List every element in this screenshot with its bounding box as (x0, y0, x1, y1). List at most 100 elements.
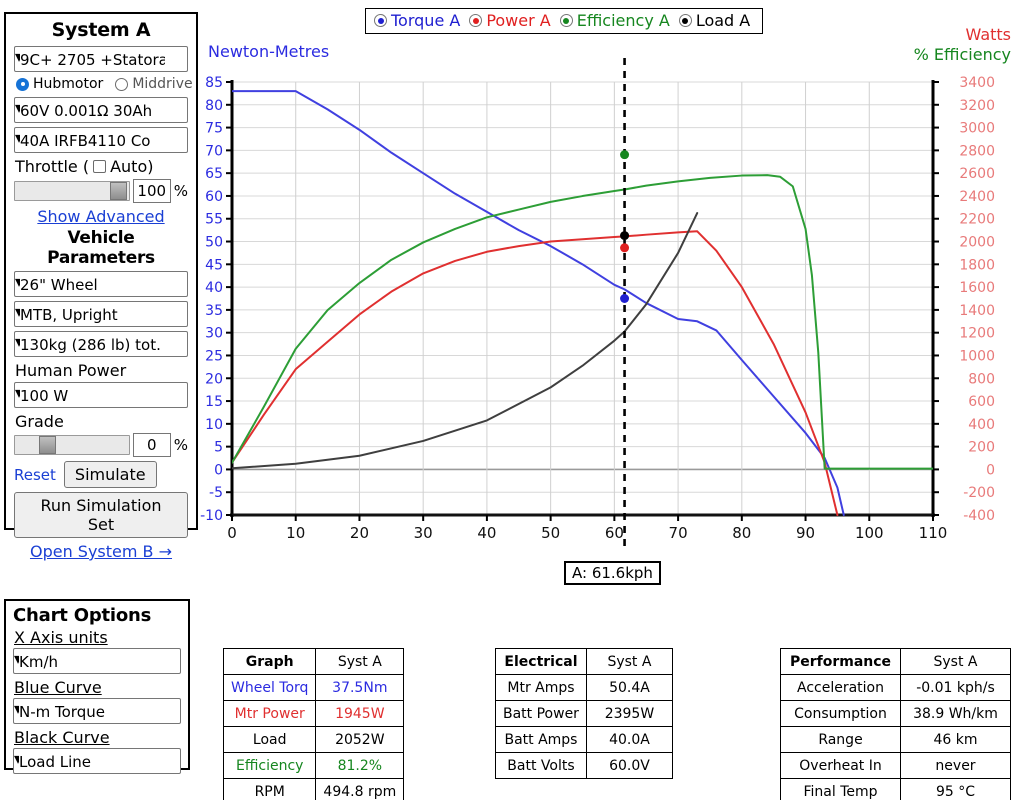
battery-select[interactable]: 60V 0.001Ω 30Ah ▾ (14, 97, 188, 123)
row-label: Final Temp (780, 778, 901, 800)
radio-hubmotor[interactable] (16, 77, 29, 91)
throttle-label-row: Throttle ( Auto) (15, 157, 188, 176)
table-header-value: Syst A (315, 648, 405, 675)
table-header-label: Performance (780, 648, 901, 675)
throttle-slider-thumb[interactable] (110, 182, 127, 200)
row-label: Mtr Power (222, 700, 317, 727)
row-value: 95 °C (900, 778, 1011, 800)
human-power-label: Human Power (15, 361, 127, 380)
run-simulation-set-button[interactable]: Run Simulation Set (14, 492, 188, 538)
y-tick-label-watts: 1400 (959, 303, 995, 319)
row-value: 60.0V (585, 752, 673, 779)
blue-curve-label[interactable]: Blue Curve (14, 678, 181, 697)
row-label: Batt Power (495, 700, 587, 727)
simulate-row: Reset Simulate (14, 461, 188, 488)
black-curve-select[interactable]: Load Line ▾ (13, 748, 181, 774)
x-axis-units-label[interactable]: X Axis units (14, 628, 181, 647)
motor-type-radio-group[interactable]: Hubmotor Middrive (16, 76, 193, 92)
y-tick-label-watts: 2800 (959, 143, 995, 159)
vehicle-parameters-heading: Vehicle Parameters (47, 228, 155, 268)
row-label: Range (780, 726, 901, 753)
throttle-auto-checkbox[interactable] (93, 160, 107, 173)
row-value: 2395W (585, 700, 673, 727)
graph-results-table: Graph Syst A Wheel Torq 37.5Nm Mtr Power 1945… (222, 648, 405, 800)
y-tick-label-watts: 1000 (959, 348, 995, 364)
throttle-value-input[interactable]: 100 (132, 179, 171, 203)
chevron-down-icon: ▾ (15, 128, 24, 147)
row-label: Mtr Amps (495, 674, 587, 701)
table-row: Load 2052W (222, 726, 405, 753)
open-system-b-link[interactable]: Open System B → (14, 542, 188, 561)
table-header-value: Syst A (585, 648, 673, 675)
y-tick-label-left: 60 (205, 189, 223, 205)
wheel-select-value: 26" Wheel (20, 275, 165, 295)
system-a-title: System A (51, 19, 151, 41)
row-label: Load (222, 726, 317, 753)
row-label: Acceleration (780, 674, 901, 701)
x-tick-label: 30 (414, 524, 433, 542)
human-power-select-value: 100 W (20, 386, 165, 406)
series-line-torque-a[interactable] (232, 90, 845, 516)
wheel-select[interactable]: 26" Wheel ▾ (14, 271, 188, 297)
y-tick-label-left: -10 (200, 508, 223, 524)
row-value: never (900, 752, 1011, 779)
grade-value-input[interactable]: 0 (132, 433, 171, 457)
x-axis-units-select[interactable]: Km/h ▾ (13, 648, 181, 674)
table-row: Overheat In never (780, 752, 1011, 779)
cursor-marker-load-a (620, 231, 630, 241)
simulate-button[interactable]: Simulate (63, 461, 157, 488)
table-row: Batt Volts 60.0V (495, 752, 673, 779)
grade-slider-thumb[interactable] (38, 436, 56, 454)
cursor-readout-box: A: 61.6kph (564, 561, 661, 585)
y-tick-label-watts: 2000 (959, 235, 995, 251)
throttle-slider[interactable] (14, 181, 130, 201)
reset-link[interactable]: Reset (14, 466, 56, 484)
row-value: 37.5Nm (315, 674, 405, 701)
riding-style-select[interactable]: MTB, Upright ▾ (14, 301, 188, 327)
chevron-down-icon: ▾ (15, 47, 24, 66)
row-value: 50.4A (585, 674, 673, 701)
series-line-power-a[interactable] (232, 230, 839, 516)
table-row: Final Temp 95 °C (780, 778, 1011, 800)
y-tick-label-left: 50 (205, 235, 223, 251)
weight-select[interactable]: 130kg (286 lb) tot. ▾ (14, 331, 188, 357)
grade-slider[interactable] (14, 435, 130, 455)
performance-results-table: Performance Syst A Acceleration -0.01 kph/s… (780, 648, 1011, 800)
controller-select[interactable]: 40A IRFB4110 Co ▾ (14, 127, 188, 153)
radio-middrive[interactable] (115, 77, 129, 91)
chart-options-panel: Chart Options X Axis units Km/h ▾ Blue C… (4, 599, 190, 774)
x-tick-label: 40 (477, 524, 496, 542)
y-tick-label-watts: 1800 (959, 257, 995, 273)
table-header-row: Graph Syst A (222, 648, 405, 675)
table-header-row: Performance Syst A (780, 648, 1011, 675)
radio-hubmotor-label: Hubmotor (33, 76, 104, 92)
cursor-marker-power-a (620, 243, 630, 253)
grade-unit: % (173, 436, 188, 454)
chevron-down-icon: ▾ (14, 699, 23, 718)
show-advanced-link[interactable]: Show Advanced (14, 207, 188, 226)
x-tick-label: 100 (855, 524, 884, 542)
table-row: Batt Amps 40.0A (495, 726, 673, 753)
table-row: Batt Power 2395W (495, 700, 673, 727)
row-value: 2052W (315, 726, 405, 753)
black-curve-value: Load Line (19, 752, 158, 772)
weight-select-value: 130kg (286 lb) tot. (20, 335, 165, 355)
y-tick-label-watts: 800 (968, 371, 995, 387)
x-tick-label: 50 (541, 524, 560, 542)
y-tick-label-left: -5 (209, 485, 223, 501)
blue-curve-select[interactable]: N-m Torque ▾ (13, 698, 181, 724)
y-tick-label-left: 5 (214, 440, 223, 456)
y-tick-label-left: 30 (205, 326, 223, 342)
row-value: 46 km (900, 726, 1011, 753)
y-tick-label-watts: 3200 (959, 98, 995, 114)
human-power-select[interactable]: 100 W ▾ (14, 382, 188, 408)
x-tick-label: 0 (227, 524, 237, 542)
blue-curve-value: N-m Torque (19, 702, 158, 722)
x-tick-label: 110 (919, 524, 948, 542)
motor-select[interactable]: 9C+ 2705 +Statorade ▾ (14, 46, 188, 72)
plot-canvas[interactable]: -10-400-12-5-200-60005200610400121560018… (200, 0, 1017, 560)
motor-select-value: 9C+ 2705 +Statorade (20, 50, 165, 70)
black-curve-label[interactable]: Black Curve (14, 728, 181, 747)
row-label: Efficiency (222, 752, 317, 779)
row-value: 40.0A (585, 726, 673, 753)
